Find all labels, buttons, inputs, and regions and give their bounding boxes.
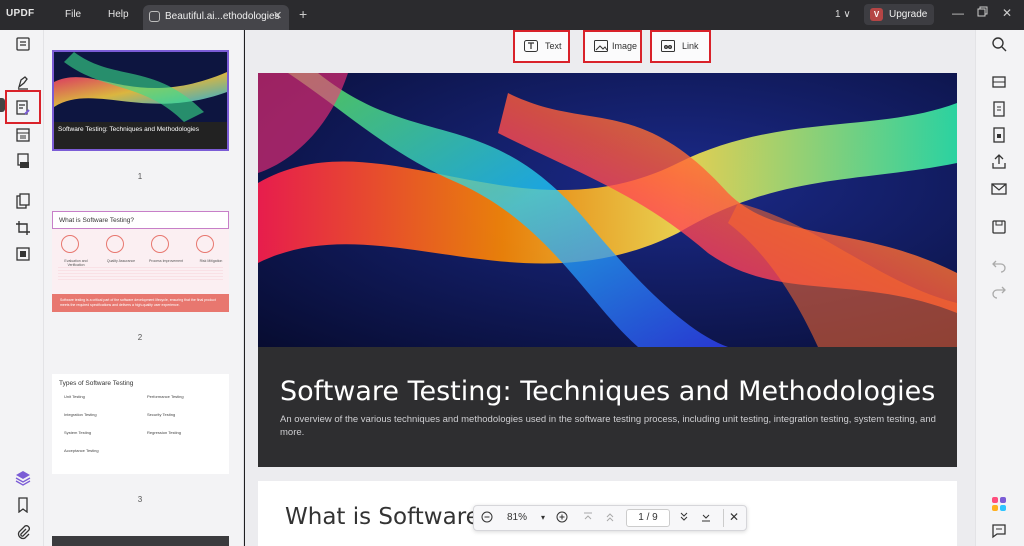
thumbnail-2-title: What is Software Testing? <box>52 211 229 229</box>
thumbnail-1-hero-image <box>54 52 227 122</box>
attachment-icon[interactable] <box>15 524 31 540</box>
undo-icon[interactable] <box>991 257 1007 273</box>
thumbnail-2-number: 2 <box>137 333 143 342</box>
upgrade-button[interactable]: V Upgrade <box>864 4 934 25</box>
thumbnail-3-number: 3 <box>137 495 143 504</box>
left-toolbar <box>0 30 44 546</box>
previous-page-icon[interactable] <box>605 511 615 526</box>
thumbnail-page-3[interactable]: Types of Software Testing Unit Testing I… <box>52 374 229 474</box>
next-page-icon[interactable] <box>679 511 689 526</box>
thumbnail-3-right-list: Performance Testing Security Testing Reg… <box>147 394 184 435</box>
thumbnail-page-4[interactable] <box>52 536 229 546</box>
thumbnail-1-title: Software Testing: Techniques and Methodo… <box>58 126 200 133</box>
add-text-button[interactable]: Text <box>513 30 570 63</box>
avatar: V <box>870 8 883 21</box>
page-organize-icon[interactable] <box>15 127 31 143</box>
restore-icon[interactable] <box>977 6 988 20</box>
reader-icon[interactable] <box>15 36 31 52</box>
zoom-dropdown-icon[interactable]: ▾ <box>541 513 545 522</box>
page-number-input[interactable]: 1 / 9 <box>626 509 670 527</box>
thumbnail-page-1[interactable]: Software Testing: Techniques and Methodo… <box>52 50 229 151</box>
tab-title: Beautiful.ai...ethodologies <box>165 11 280 22</box>
new-tab-button[interactable]: + <box>299 6 307 22</box>
thumbnail-3-left-list: Unit Testing Integration Testing System … <box>64 394 99 453</box>
page-count-dropdown[interactable]: 1 ∨ <box>835 9 851 20</box>
add-link-button[interactable]: Link <box>650 30 711 63</box>
search-icon[interactable] <box>991 36 1007 52</box>
first-page-icon[interactable] <box>583 511 593 526</box>
comment-icon[interactable] <box>15 74 31 90</box>
bookmark-icon[interactable] <box>15 497 31 514</box>
page-1-title[interactable]: Software Testing: Techniques and Methodo… <box>280 376 935 407</box>
form-icon[interactable] <box>15 153 31 169</box>
ocr-icon[interactable] <box>15 246 31 262</box>
email-icon[interactable] <box>991 181 1007 197</box>
convert-icon[interactable] <box>15 193 31 209</box>
chat-comment-icon[interactable] <box>991 523 1007 539</box>
document-view: Text Image Link Software Testing: Techni… <box>245 30 975 546</box>
thumbnail-page-2[interactable]: What is Software Testing? Evaluation and… <box>52 211 229 312</box>
image-icon <box>594 40 608 52</box>
minimize-icon[interactable]: — <box>952 6 964 20</box>
image-label: Image <box>612 41 638 51</box>
redo-icon[interactable] <box>991 283 1007 299</box>
text-label: Text <box>545 41 562 51</box>
convert-pdf-icon[interactable] <box>991 101 1007 117</box>
layers-icon[interactable] <box>15 470 31 486</box>
protect-icon[interactable] <box>991 127 1007 143</box>
close-tab-icon[interactable]: ✕ <box>273 9 282 22</box>
zoom-level[interactable]: 81% <box>507 512 527 523</box>
page-navigation-bar: 81% ▾ 1 / 9 ✕ <box>473 505 747 531</box>
menu-help[interactable]: Help <box>108 9 129 20</box>
crop-icon[interactable] <box>15 220 31 236</box>
ai-assistant-icon[interactable] <box>991 496 1007 512</box>
edit-pdf-icon[interactable] <box>15 100 31 116</box>
zoom-out-icon[interactable] <box>481 511 493 526</box>
document-icon <box>149 11 160 22</box>
pdf-page-1[interactable]: Software Testing: Techniques and Methodo… <box>258 73 957 467</box>
menu-file[interactable]: File <box>65 9 81 20</box>
document-tab[interactable]: Beautiful.ai...ethodologies ✕ <box>143 5 289 30</box>
close-window-icon[interactable]: ✕ <box>1002 6 1012 20</box>
title-bar: UPDF File Help Beautiful.ai...ethodologi… <box>0 0 1024 30</box>
page-2-title[interactable]: What is Software T <box>285 504 501 530</box>
updf-logo: UPDF <box>6 8 35 19</box>
share-icon[interactable] <box>991 154 1007 170</box>
navbar-divider <box>723 509 724 527</box>
ocr-tool-icon[interactable] <box>991 74 1007 90</box>
page-1-subtitle[interactable]: An overview of the various techniques an… <box>280 413 940 439</box>
save-icon[interactable] <box>991 219 1007 235</box>
text-icon <box>524 40 538 52</box>
right-toolbar <box>975 30 1024 546</box>
thumbnail-3-title: Types of Software Testing <box>59 380 134 387</box>
link-label: Link <box>682 41 699 51</box>
thumbnail-panel: Software Testing: Techniques and Methodo… <box>44 30 244 546</box>
upgrade-label: Upgrade <box>889 9 928 20</box>
last-page-icon[interactable] <box>701 511 711 526</box>
thumbnail-1-number: 1 <box>137 172 143 181</box>
abstract-hero-image[interactable] <box>258 73 957 347</box>
thumbnail-2-cards: Evaluation and Verification Quality Assu… <box>58 235 223 295</box>
thumbnail-2-footer: Software testing is a critical part of t… <box>52 294 229 312</box>
close-navbar-icon[interactable]: ✕ <box>729 510 739 524</box>
add-image-button[interactable]: Image <box>583 30 642 63</box>
link-icon <box>661 40 675 52</box>
zoom-in-icon[interactable] <box>556 511 568 526</box>
